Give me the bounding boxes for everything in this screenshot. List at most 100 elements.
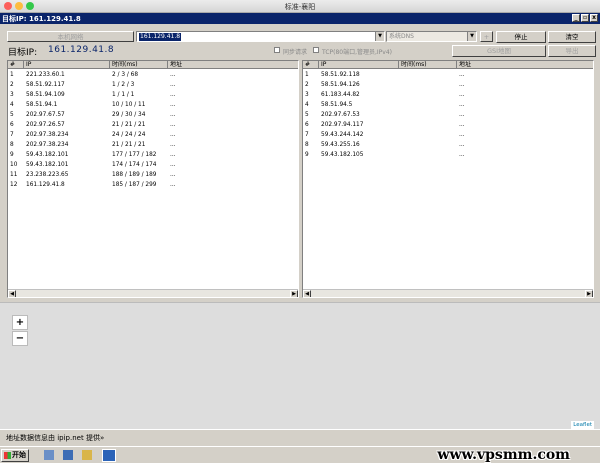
- row-index: 4: [10, 102, 14, 108]
- dns-combo[interactable]: 系统DNS ▼: [386, 31, 477, 42]
- close-button[interactable]: x: [590, 14, 598, 22]
- stop-button[interactable]: 停止: [496, 31, 546, 43]
- table-row[interactable]: 2 58.51.94.126...: [303, 81, 593, 91]
- status-text[interactable]: 地址数据信息由 ipip.net 提供»: [6, 433, 104, 443]
- col-header-index[interactable]: #: [8, 61, 24, 69]
- besttrace-app-icon[interactable]: [102, 449, 116, 462]
- scroll-left-icon[interactable]: ◀: [303, 290, 311, 297]
- scroll-right-icon[interactable]: ▶: [585, 290, 593, 297]
- row-index: 11: [10, 172, 18, 178]
- target-ip-input-value[interactable]: 161.129.41.8: [139, 33, 182, 41]
- explorer-icon[interactable]: [82, 450, 92, 460]
- row-ip: 59.43.182.101: [26, 152, 69, 158]
- row-address: ...: [459, 132, 465, 138]
- row-address: ...: [170, 72, 176, 78]
- export-button[interactable]: 导出: [548, 45, 596, 57]
- table-row[interactable]: 10 59.43.182.101 174 / 174 / 174...: [8, 161, 298, 171]
- right-horizontal-scrollbar[interactable]: ◀ ▶: [303, 289, 593, 297]
- col-header-ip[interactable]: IP: [319, 61, 399, 69]
- table-row[interactable]: 9 59.43.182.105...: [303, 151, 593, 161]
- row-ip: 58.51.92.118: [321, 72, 360, 78]
- row-ip: 23.238.223.65: [26, 172, 69, 178]
- table-row[interactable]: 8 59.43.255.16...: [303, 141, 593, 151]
- row-address: ...: [170, 172, 176, 178]
- sync-request-checkbox[interactable]: [274, 47, 280, 53]
- row-time: 24 / 24 / 24: [112, 132, 146, 138]
- table-row[interactable]: 9 59.43.182.101 177 / 177 / 182...: [8, 151, 298, 161]
- map-panel[interactable]: + − Leaflet: [0, 302, 600, 429]
- row-address: ...: [170, 142, 176, 148]
- table-row[interactable]: 12 161.129.41.8 185 / 187 / 299...: [8, 181, 298, 191]
- row-index: 12: [10, 182, 18, 188]
- maximize-button[interactable]: ▫: [581, 14, 589, 22]
- row-index: 2: [305, 82, 309, 88]
- row-index: 5: [10, 112, 14, 118]
- col-header-address[interactable]: 地址: [457, 61, 593, 69]
- left-horizontal-scrollbar[interactable]: ◀ ▶: [8, 289, 298, 297]
- scroll-right-icon[interactable]: ▶: [290, 290, 298, 297]
- table-row[interactable]: 3 61.183.44.82...: [303, 91, 593, 101]
- table-row[interactable]: 11 23.238.223.65 188 / 189 / 189...: [8, 171, 298, 181]
- chevron-down-icon[interactable]: ▼: [375, 32, 384, 41]
- right-trace-table[interactable]: # IP 时间(ms) 地址 1 58.51.92.118... 2 58.51.94…: [302, 60, 594, 298]
- row-address: ...: [170, 102, 176, 108]
- start-label: 开始: [12, 451, 26, 459]
- target-ip-combo[interactable]: 161.129.41.8 ▼: [136, 31, 385, 42]
- tcp-checkbox[interactable]: [313, 47, 319, 53]
- row-address: ...: [459, 72, 465, 78]
- target-ip-value: 161.129.41.8: [48, 45, 115, 55]
- powershell-icon[interactable]: [63, 450, 73, 460]
- table-row[interactable]: 7 202.97.38.234 24 / 24 / 24...: [8, 131, 298, 141]
- start-button[interactable]: 开始: [1, 449, 29, 462]
- row-ip: 59.43.255.16: [321, 142, 360, 148]
- table-row[interactable]: 1 58.51.92.118...: [303, 71, 593, 81]
- row-address: ...: [170, 82, 176, 88]
- col-header-ip[interactable]: IP: [24, 61, 110, 69]
- gsi-map-button[interactable]: GSI地图: [452, 45, 546, 57]
- server-manager-icon[interactable]: [44, 450, 54, 460]
- table-row[interactable]: 6 202.97.26.57 21 / 21 / 21...: [8, 121, 298, 131]
- table-row[interactable]: 7 59.43.244.142...: [303, 131, 593, 141]
- table-row[interactable]: 5 202.97.67.53...: [303, 111, 593, 121]
- row-time: 174 / 174 / 174: [112, 162, 157, 168]
- col-header-address[interactable]: 地址: [168, 61, 298, 69]
- local-network-button[interactable]: 本机网络: [7, 31, 134, 42]
- row-address: ...: [170, 182, 176, 188]
- row-index: 6: [10, 122, 14, 128]
- row-ip: 58.51.92.117: [26, 82, 65, 88]
- row-ip: 202.97.67.57: [26, 112, 65, 118]
- table-row[interactable]: 6 202.97.94.117...: [303, 121, 593, 131]
- row-ip: 202.97.67.53: [321, 112, 360, 118]
- row-address: ...: [170, 122, 176, 128]
- table-row[interactable]: 2 58.51.92.117 1 / 2 / 3...: [8, 81, 298, 91]
- clear-button[interactable]: 清空: [548, 31, 596, 43]
- app-title: 目标IP: 161.129.41.8: [2, 15, 81, 23]
- row-ip: 59.43.244.142: [321, 132, 364, 138]
- table-row[interactable]: 4 58.51.94.5...: [303, 101, 593, 111]
- col-header-index[interactable]: #: [303, 61, 319, 69]
- row-address: ...: [459, 92, 465, 98]
- zoom-in-button[interactable]: +: [12, 315, 28, 330]
- row-index: 8: [10, 142, 14, 148]
- col-header-time[interactable]: 时间(ms): [110, 61, 168, 69]
- zoom-out-button[interactable]: −: [12, 331, 28, 346]
- chevron-down-icon[interactable]: ▼: [467, 32, 476, 41]
- col-header-time[interactable]: 时间(ms): [399, 61, 457, 69]
- app-titlebar: 目标IP: 161.129.41.8 _ ▫ x: [0, 13, 600, 24]
- table-row[interactable]: 4 58.51.94.1 10 / 10 / 11...: [8, 101, 298, 111]
- table-row[interactable]: 5 202.97.67.57 29 / 30 / 34...: [8, 111, 298, 121]
- row-ip: 58.51.94.126: [321, 82, 360, 88]
- row-address: ...: [170, 92, 176, 98]
- target-ip-label: 目标IP:: [8, 48, 38, 58]
- row-index: 9: [305, 152, 309, 158]
- table-row[interactable]: 3 58.51.94.109 1 / 1 / 1...: [8, 91, 298, 101]
- row-ip: 202.97.94.117: [321, 122, 364, 128]
- scroll-left-icon[interactable]: ◀: [8, 290, 16, 297]
- table-row[interactable]: 8 202.97.38.234 21 / 21 / 21...: [8, 141, 298, 151]
- left-trace-table[interactable]: # IP 时间(ms) 地址 1 221.233.60.1 2 / 3 / 68..…: [7, 60, 299, 298]
- add-button[interactable]: +: [480, 31, 493, 42]
- map-attribution-link[interactable]: Leaflet: [571, 421, 594, 429]
- table-row[interactable]: 1 221.233.60.1 2 / 3 / 68...: [8, 71, 298, 81]
- minimize-button[interactable]: _: [572, 14, 580, 22]
- mac-window-title: 标准-襄阳: [284, 3, 316, 11]
